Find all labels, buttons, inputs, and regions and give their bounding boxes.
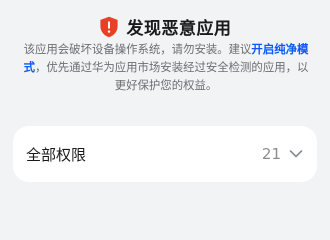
- all-permissions-label: 全部权限: [26, 145, 87, 164]
- chevron-down-icon[interactable]: [289, 149, 303, 159]
- warning-title: 发现恶意应用: [126, 19, 232, 39]
- warning-header: 发现恶意应用: [0, 14, 330, 39]
- all-permissions-row[interactable]: 全部权限 21: [13, 126, 317, 182]
- warning-message-suffix: ，优先通过华为应用市场安装经过安全检测的应用，以更好保护您的权益。: [35, 60, 309, 92]
- warning-message-prefix: 该应用会破坏设备操作系统，请勿安装。建议: [23, 42, 252, 56]
- warning-message: 该应用会破坏设备操作系统，请勿安装。建议开启纯净模式，优先通过华为应用市场安装经…: [18, 40, 314, 94]
- permissions-count: 21: [261, 145, 281, 163]
- shield-exclamation-icon: [99, 16, 118, 37]
